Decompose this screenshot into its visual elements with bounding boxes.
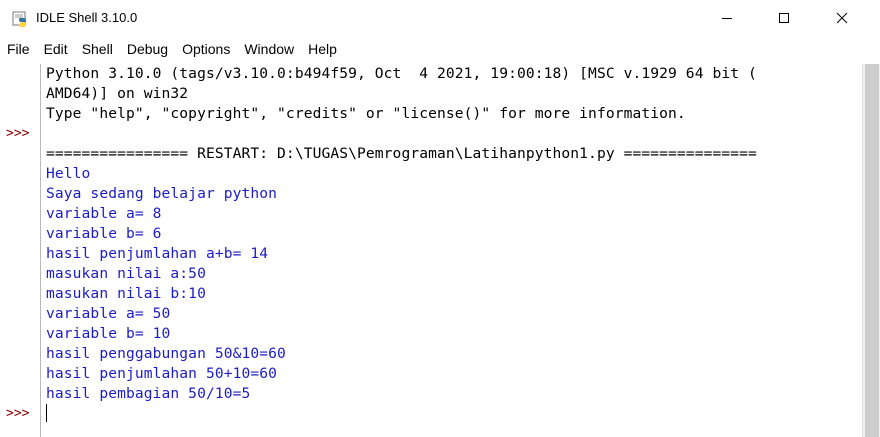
shell-output[interactable]: Python 3.10.0 (tags/v3.10.0:b494f59, Oct… (46, 64, 846, 437)
menu-file[interactable]: File (0, 39, 37, 59)
python-idle-icon (12, 11, 26, 27)
output-line: Type "help", "copyright", "credits" or "… (46, 105, 686, 122)
menu-window[interactable]: Window (237, 39, 301, 59)
menu-help[interactable]: Help (301, 39, 344, 59)
idle-shell-window: IDLE Shell 3.10.0 File Edit Shell Debug … (0, 0, 880, 437)
output-line: hasil penjumlahan 50+10=60 (46, 365, 278, 382)
maximize-icon (779, 13, 789, 23)
menu-edit[interactable]: Edit (37, 39, 75, 59)
output-line: hasil penggabungan 50&10=60 (46, 345, 286, 362)
output-line: masukan nilai b:10 (46, 285, 206, 302)
shell-prompt: >>> (6, 126, 30, 141)
prompt-sidebar: >>> >>> (0, 64, 40, 437)
output-line: hasil pembagian 50/10=5 (46, 385, 251, 402)
minimize-button[interactable] (700, 0, 754, 36)
output-line: variable a= 50 (46, 305, 171, 322)
output-line: Saya sedang belajar python (46, 185, 278, 202)
text-cursor (46, 404, 47, 422)
close-icon (836, 12, 848, 24)
output-line: variable b= 10 (46, 325, 171, 342)
shell-prompt: >>> (6, 406, 30, 421)
output-line: AMD64)] on win32 (46, 85, 189, 102)
title-bar[interactable]: IDLE Shell 3.10.0 (0, 0, 880, 36)
menu-bar: File Edit Shell Debug Options Window Hel… (0, 39, 880, 59)
menu-debug[interactable]: Debug (120, 39, 175, 59)
menu-options[interactable]: Options (175, 39, 237, 59)
vertical-scrollbar[interactable] (862, 64, 880, 437)
sidebar-divider (40, 64, 41, 437)
output-line: variable a= 8 (46, 205, 162, 222)
maximize-button[interactable] (757, 0, 811, 36)
close-button[interactable] (815, 0, 869, 36)
minimize-icon (722, 18, 732, 19)
menu-shell[interactable]: Shell (75, 39, 120, 59)
output-line: masukan nilai a:50 (46, 265, 206, 282)
output-line: variable b= 6 (46, 225, 162, 242)
output-line: hasil penjumlahan a+b= 14 (46, 245, 269, 262)
output-line: Hello (46, 165, 91, 182)
window-title: IDLE Shell 3.10.0 (36, 10, 138, 25)
restart-line: ================ RESTART: D:\TUGAS\Pemro… (46, 145, 757, 162)
scrollbar-thumb[interactable] (865, 64, 879, 437)
output-line: Python 3.10.0 (tags/v3.10.0:b494f59, Oct… (46, 65, 757, 82)
